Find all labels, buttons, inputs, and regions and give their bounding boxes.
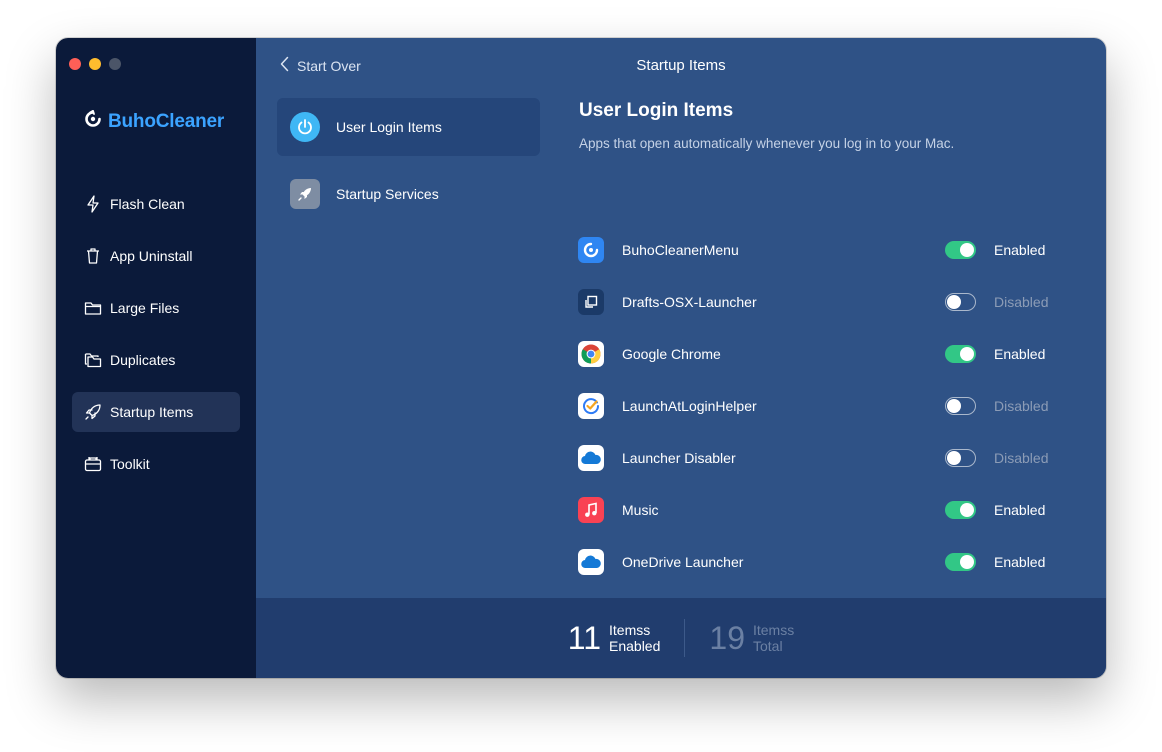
sidebar-item-label: Toolkit [110, 456, 150, 472]
sidebar-item-startup-items[interactable]: Startup Items [72, 392, 240, 432]
item-toggle[interactable] [945, 449, 976, 467]
drafts-icon [578, 289, 604, 315]
total-label: Itemss Total [753, 622, 794, 654]
duplicate-folders-icon [84, 351, 102, 369]
list-item: OneDrive Launcher Enabled [578, 536, 1048, 588]
total-label-line2: Total [752, 638, 783, 654]
enabled-label-line2: Enabled [609, 638, 661, 654]
lightning-icon [84, 195, 102, 213]
cloud-icon [578, 445, 604, 471]
status-label: Disabled [994, 450, 1049, 466]
section-title: User Login Items [579, 100, 734, 121]
zoom-button[interactable] [109, 58, 121, 70]
summary-footer: 11 Itemss Enabled 19 Itemss Total [256, 598, 1106, 678]
total-count: 19 [709, 619, 745, 656]
status-label: Enabled [994, 502, 1046, 518]
sidebar-item-label: Duplicates [110, 352, 176, 368]
trash-icon [84, 247, 102, 265]
item-toggle[interactable] [945, 501, 976, 519]
sidebar-item-large-files[interactable]: Large Files [72, 288, 240, 328]
category-label: User Login Items [336, 119, 442, 135]
enabled-label: Itemss Enabled [609, 622, 660, 654]
item-toggle[interactable] [945, 293, 976, 311]
category-label: Startup Services [336, 186, 439, 202]
main-content: Start Over Startup Items User Login Item… [256, 38, 1106, 678]
app-name: Google Chrome [622, 346, 721, 362]
total-stat: 19 Itemss Total [709, 620, 794, 657]
sidebar-item-label: Startup Items [110, 404, 194, 420]
list-item: Google Chrome Enabled [578, 328, 1048, 380]
sidebar-item-duplicates[interactable]: Duplicates [72, 340, 240, 380]
category-user-login-items[interactable]: User Login Items [277, 98, 540, 156]
music-icon [578, 497, 604, 523]
list-item: Drafts-OSX-Launcher Disabled [578, 276, 1048, 328]
app-logo: BuhoCleaner [84, 109, 225, 133]
minimize-button[interactable] [89, 58, 101, 70]
close-button[interactable] [69, 58, 81, 70]
divider [684, 619, 686, 657]
app-name: Drafts-OSX-Launcher [622, 294, 757, 310]
list-item: BuhoCleanerMenu Enabled [578, 224, 1048, 276]
item-toggle[interactable] [945, 345, 976, 363]
app-name: Launcher Disabler [622, 450, 736, 466]
buhocleaner-icon [578, 237, 604, 263]
toolbox-icon [84, 455, 102, 473]
sidebar-item-label: Large Files [110, 300, 180, 316]
login-items-list: BuhoCleanerMenu Enabled Drafts-OSX-Launc… [578, 224, 1048, 588]
total-label-line1: Itemss [752, 622, 795, 638]
sidebar-item-toolkit[interactable]: Toolkit [72, 444, 240, 484]
chrome-icon [578, 341, 604, 367]
sidebar: BuhoCleaner Flash Clean App Uninstall La… [56, 38, 256, 678]
status-label: Enabled [994, 242, 1046, 258]
onedrive-icon [578, 549, 604, 575]
list-item: LaunchAtLoginHelper Disabled [578, 380, 1048, 432]
folder-icon [84, 299, 102, 317]
sidebar-item-label: Flash Clean [110, 196, 185, 212]
rocket-icon [84, 403, 102, 421]
enabled-label-line1: Itemss [609, 622, 651, 638]
enabled-stat: 11 Itemss Enabled [568, 620, 661, 657]
power-icon [290, 112, 320, 142]
sidebar-item-label: App Uninstall [110, 248, 193, 264]
sidebar-item-flash-clean[interactable]: Flash Clean [72, 184, 240, 224]
status-label: Enabled [994, 554, 1046, 570]
status-label: Enabled [994, 346, 1046, 362]
item-toggle[interactable] [945, 241, 976, 259]
buho-logo-icon [84, 109, 102, 133]
status-label: Disabled [994, 294, 1049, 310]
status-label: Disabled [994, 398, 1049, 414]
app-name: OneDrive Launcher [622, 554, 744, 570]
item-toggle[interactable] [945, 397, 976, 415]
app-name: BuhoCleanerMenu [622, 242, 739, 258]
rocket-icon [290, 179, 320, 209]
sidebar-nav: Flash Clean App Uninstall Large Files Du… [72, 184, 240, 496]
app-name: BuhoCleaner [108, 110, 225, 132]
app-name: LaunchAtLoginHelper [622, 398, 757, 414]
page-title: Startup Items [636, 57, 726, 74]
section-description: Apps that open automatically whenever yo… [579, 136, 955, 151]
check-app-icon [578, 393, 604, 419]
app-name: Music [622, 502, 659, 518]
app-window: BuhoCleaner Flash Clean App Uninstall La… [56, 38, 1106, 678]
item-toggle[interactable] [945, 553, 976, 571]
list-item: Launcher Disabler Disabled [578, 432, 1048, 484]
window-controls [69, 58, 121, 70]
enabled-count: 11 [567, 619, 601, 656]
list-item: Music Enabled [578, 484, 1048, 536]
sidebar-item-app-uninstall[interactable]: App Uninstall [72, 236, 240, 276]
category-list: User Login Items Startup Services [277, 98, 540, 232]
category-startup-services[interactable]: Startup Services [277, 165, 540, 223]
